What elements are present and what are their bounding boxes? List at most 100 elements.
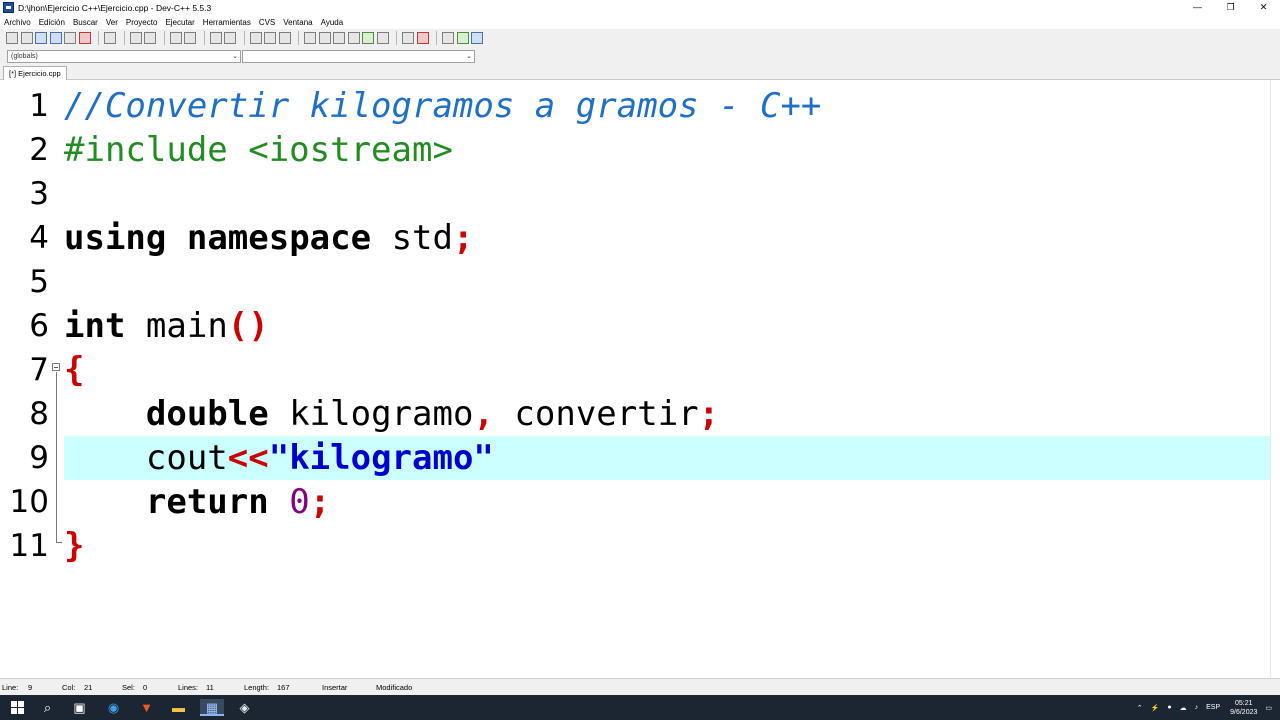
code-text[interactable]: cout<<"kilogramo" (64, 436, 1270, 480)
system-tray: ⌃ ⚡ ● ☁ ♪ ESP 05:21 9/6/2023 ▭ (1133, 695, 1276, 720)
indent-icon[interactable] (209, 32, 222, 44)
help-icon[interactable] (471, 32, 483, 44)
fold-collapse-icon[interactable] (52, 363, 60, 371)
save-all-icon[interactable] (49, 32, 62, 44)
microphone-icon[interactable]: ● (1167, 704, 1171, 711)
status-lines-value: 11 (206, 683, 214, 692)
back-icon[interactable] (249, 32, 262, 44)
menu-ejecutar[interactable]: Ejecutar (161, 18, 198, 27)
code-text[interactable]: double kilogramo, convertir; (64, 392, 1270, 436)
devcpp-taskbar-icon[interactable]: ▦ (200, 699, 224, 716)
stop-icon[interactable] (376, 32, 389, 44)
code-line: 3 (0, 172, 1270, 216)
save-icon[interactable] (35, 32, 47, 44)
chevron-up-icon[interactable]: ⌃ (1137, 704, 1143, 712)
print-icon[interactable] (104, 32, 116, 44)
code-text[interactable]: { (64, 348, 1270, 392)
maximize-button[interactable]: ❐ (1214, 0, 1247, 15)
forward-icon[interactable] (264, 32, 276, 44)
close-file-icon[interactable] (64, 32, 76, 44)
code-text[interactable] (64, 172, 1270, 216)
menu-buscar[interactable]: Buscar (69, 18, 102, 27)
code-text[interactable]: } (64, 524, 1270, 568)
code-line: 6 int main() (0, 304, 1270, 348)
onedrive-icon[interactable]: ☁ (1180, 704, 1187, 712)
menu-ayuda[interactable]: Ayuda (317, 18, 348, 27)
check-syntax-icon[interactable] (362, 32, 374, 44)
identifier-token: cout (145, 438, 228, 478)
code-line: 4 using namespace std; (0, 216, 1270, 260)
minimize-button[interactable]: — (1181, 0, 1214, 15)
vertical-scrollbar[interactable] (1270, 80, 1280, 678)
devcpp-app-icon (3, 2, 14, 13)
project-icon[interactable] (318, 32, 331, 44)
symbol-token: } (64, 526, 85, 566)
menu-ver[interactable]: Ver (102, 18, 122, 27)
window-controls: — ❐ ✕ (1181, 0, 1280, 15)
toolbar-divider (163, 31, 165, 45)
layout-grid-icon[interactable] (304, 32, 316, 44)
code-editor[interactable]: 1 //Convertir kilogramos a gramos - C++ … (0, 80, 1280, 678)
title-bar: D:\jhon\Ejercicio C++\Ejercicio.cpp - De… (0, 0, 1280, 15)
menu-edicion[interactable]: Edición (35, 18, 69, 27)
symbol-token: , (473, 394, 494, 434)
notification-icon[interactable]: ▭ (1265, 704, 1272, 712)
run-icon[interactable] (456, 32, 469, 44)
rebuild-icon[interactable] (442, 32, 454, 44)
edge-browser-icon[interactable]: ◉ (105, 699, 122, 716)
search-icon[interactable]: ⌕ (39, 699, 56, 716)
new-file-icon[interactable] (6, 32, 18, 44)
toolbar-divider (436, 31, 437, 45)
undo-icon[interactable] (129, 32, 142, 44)
scope-combo[interactable]: (globals) ⌄ (7, 49, 241, 63)
class-browser-icon[interactable] (333, 32, 345, 44)
identifier-token: kilogramo (289, 394, 474, 434)
status-length-label: Length: (244, 683, 270, 692)
bookmark-icon[interactable] (278, 32, 291, 44)
code-text[interactable]: //Convertir kilogramos a gramos - C++ (64, 84, 1270, 128)
code-text[interactable]: using namespace std; (64, 216, 1270, 260)
find-icon[interactable] (169, 32, 182, 44)
tab-ejercicio-cpp[interactable]: [*] Ejercicio.cpp (3, 66, 67, 80)
network-icon[interactable]: ⚡ (1151, 704, 1160, 712)
status-length-value: 167 (277, 683, 290, 692)
status-sel-label: Sel: (122, 683, 135, 692)
status-insert-mode: Insertar (322, 683, 348, 692)
function-combo[interactable]: ⌄ (242, 49, 475, 63)
toolbar-divider (203, 31, 205, 45)
code-text[interactable]: #include <iostream> (64, 128, 1270, 172)
toolbar-divider (98, 31, 99, 45)
app-taskbar-icon[interactable]: ◈ (236, 699, 253, 716)
code-text[interactable]: int main() (64, 304, 1270, 348)
clock[interactable]: 05:21 9/6/2023 (1230, 699, 1257, 717)
line-number: 10 (9, 484, 49, 520)
code-text[interactable]: return 0; (64, 480, 1270, 524)
redo-icon[interactable] (144, 32, 156, 44)
chart-icon[interactable] (402, 32, 414, 44)
debug-icon[interactable] (416, 32, 429, 44)
unindent-icon[interactable] (224, 32, 236, 44)
line-number: 5 (29, 264, 49, 300)
compile-icon[interactable] (347, 32, 360, 44)
line-number: 6 (29, 308, 49, 344)
task-view-icon[interactable]: ▣ (71, 699, 88, 716)
menu-cvs[interactable]: CVS (255, 18, 279, 27)
symbol-token: () (227, 306, 269, 346)
volume-icon[interactable]: ♪ (1195, 704, 1199, 711)
menu-herramientas[interactable]: Herramientas (199, 18, 255, 27)
code-line: 11 } (0, 524, 1270, 568)
windows-start-icon[interactable] (9, 699, 26, 716)
file-explorer-icon[interactable]: ▬ (170, 699, 187, 716)
close-all-icon[interactable] (78, 32, 91, 44)
brave-browser-icon[interactable]: ▼ (138, 699, 155, 716)
toolbar-divider (396, 31, 397, 45)
replace-icon[interactable] (184, 32, 196, 44)
open-file-icon[interactable] (20, 32, 33, 44)
language-indicator[interactable]: ESP (1206, 704, 1220, 711)
menu-proyecto[interactable]: Proyecto (122, 18, 162, 27)
close-button[interactable]: ✕ (1247, 0, 1280, 15)
menu-archivo[interactable]: Archivo (0, 18, 35, 27)
chevron-down-icon: ⌄ (466, 52, 472, 60)
code-text[interactable] (64, 260, 1270, 304)
menu-ventana[interactable]: Ventana (279, 18, 316, 27)
